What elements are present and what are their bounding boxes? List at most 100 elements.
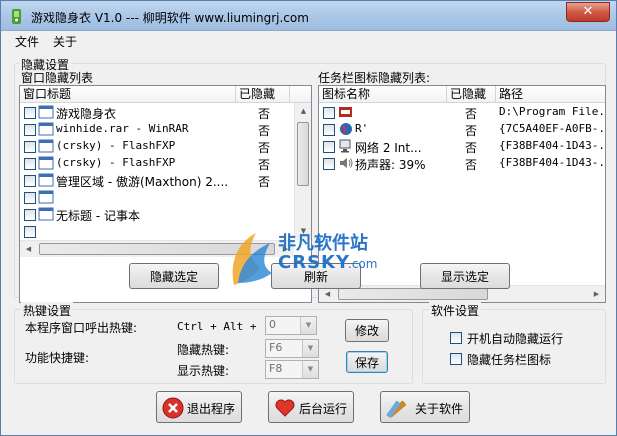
call-hotkey-combo: Ctrl + Alt + — [177, 320, 257, 333]
hide-tray-label[interactable]: 隐藏任务栏图标 — [467, 351, 551, 368]
background-run-label: 后台运行 — [299, 402, 348, 416]
window-icon — [38, 190, 54, 204]
about-button[interactable]: 关于软件 — [380, 391, 470, 423]
show-hotkey-select[interactable]: F8 ▼ — [265, 360, 319, 379]
window-icon — [38, 122, 54, 136]
hide-hotkey-select[interactable]: F6 ▼ — [265, 339, 319, 358]
row-checkbox[interactable] — [24, 209, 36, 221]
tray-list-label: 任务栏图标隐藏列表: — [318, 71, 431, 85]
window-list-vscrollbar[interactable]: ▲ ▼ — [294, 103, 311, 240]
watermark-brand: CRSKY — [278, 252, 351, 273]
row-hidden: 否 — [258, 141, 271, 155]
about-label: 关于软件 — [415, 402, 464, 416]
row-checkbox[interactable] — [24, 158, 36, 170]
row-checkbox[interactable] — [323, 141, 335, 153]
call-hotkey-label: 本程序窗口呼出热键: — [25, 321, 138, 335]
watermark-domain: .com — [348, 257, 378, 271]
title-bar[interactable]: 游戏隐身衣 V1.0 --- 柳明软件 www.liumingrj.com ✕ — [1, 1, 616, 31]
chevron-down-icon[interactable]: ▼ — [300, 317, 316, 334]
globe-icon — [340, 123, 352, 135]
exit-button[interactable]: 退出程序 — [156, 391, 242, 423]
column-path[interactable]: 路径 — [496, 86, 605, 103]
save-button[interactable]: 保存 — [346, 351, 388, 373]
tools-icon — [386, 400, 407, 418]
row-title: 管理区域 - 傲游(Maxthon) 2.... — [56, 175, 229, 189]
window-list-label: 窗口隐藏列表 — [21, 71, 94, 85]
window-icon — [38, 105, 54, 119]
function-hotkey-label: 功能快捷键: — [25, 351, 90, 365]
row-title: winhide.rar - WinRAR — [56, 122, 189, 135]
hotkey-settings-legend: 热键设置 — [21, 302, 74, 319]
background-run-button[interactable]: 后台运行 — [268, 391, 354, 423]
row-checkbox[interactable] — [24, 141, 36, 153]
column-hidden[interactable]: 已隐藏 — [447, 86, 496, 103]
list-item[interactable] — [20, 189, 292, 206]
window-title: 游戏隐身衣 V1.0 --- 柳明软件 www.liumingrj.com — [31, 11, 309, 25]
row-hidden: 否 — [465, 141, 478, 155]
list-item[interactable]: (crsky) - FlashFXP 否 — [20, 138, 292, 155]
hide-selected-button[interactable]: 隐藏选定 — [129, 263, 219, 289]
row-hidden: 否 — [258, 124, 271, 138]
row-checkbox[interactable] — [323, 107, 335, 119]
row-icon-name: R' — [355, 122, 369, 135]
list-item[interactable]: R' 否 {7C5A40EF-A0FB-... — [319, 121, 605, 138]
row-checkbox[interactable] — [24, 124, 36, 136]
autostart-checkbox[interactable] — [450, 332, 462, 344]
chevron-down-icon[interactable]: ▼ — [302, 361, 318, 378]
hide-tray-checkbox[interactable] — [450, 353, 462, 365]
menu-about[interactable]: 关于 — [53, 33, 77, 50]
app-icon — [12, 9, 21, 24]
list-item[interactable]: winhide.rar - WinRAR 否 — [20, 121, 292, 138]
row-checkbox[interactable] — [24, 175, 36, 187]
exit-label: 退出程序 — [187, 402, 236, 416]
row-path: {7C5A40EF-A0FB-... — [499, 122, 605, 135]
close-button[interactable]: ✕ — [566, 2, 610, 22]
network-icon — [339, 139, 351, 153]
list-item[interactable]: 游戏隐身衣 否 — [20, 104, 292, 121]
menu-file[interactable]: 文件 — [15, 33, 39, 50]
row-hidden: 否 — [258, 158, 271, 172]
list-item[interactable]: 管理区域 - 傲游(Maxthon) 2.... 否 — [20, 172, 292, 189]
row-icon-name: 网络 2 Int... — [355, 141, 422, 155]
row-checkbox[interactable] — [24, 107, 36, 119]
column-window-title[interactable]: 窗口标题 — [20, 86, 236, 103]
row-hidden: 否 — [465, 107, 478, 121]
call-hotkey-select[interactable]: 0 ▼ — [265, 316, 317, 335]
list-item[interactable]: (crsky) - FlashFXP 否 — [20, 155, 292, 172]
column-icon-name[interactable]: 图标名称 — [319, 86, 447, 103]
list-item[interactable]: 网络 2 Int... 否 {F38BF404-1D43-... — [319, 138, 605, 155]
row-title: (crsky) - FlashFXP — [56, 139, 176, 152]
list-item[interactable]: 扬声器: 39% 否 {F38BF404-1D43-... — [319, 155, 605, 172]
software-settings-legend: 软件设置 — [429, 302, 482, 319]
show-selected-button[interactable]: 显示选定 — [420, 263, 510, 289]
list-item[interactable]: 无标题 - 记事本 — [20, 206, 292, 223]
window-icon — [38, 139, 54, 153]
list-item[interactable]: 否 D:\Program File... — [319, 104, 605, 121]
scroll-left-arrow-icon[interactable]: ◀ — [20, 241, 37, 258]
app-tray-icon — [339, 107, 352, 117]
row-hidden: 否 — [258, 175, 271, 189]
window-list-header: 窗口标题 已隐藏 — [20, 86, 311, 103]
chevron-down-icon[interactable]: ▼ — [302, 340, 318, 357]
scroll-right-arrow-icon[interactable]: ▶ — [588, 286, 605, 302]
row-hidden: 否 — [465, 124, 478, 138]
row-checkbox[interactable] — [323, 158, 335, 170]
row-path: D:\Program File... — [499, 105, 605, 118]
autostart-label[interactable]: 开机自动隐藏运行 — [467, 330, 563, 347]
scroll-up-arrow-icon[interactable]: ▲ — [295, 103, 311, 120]
scroll-thumb[interactable] — [297, 122, 309, 186]
row-checkbox[interactable] — [24, 226, 36, 238]
row-checkbox[interactable] — [323, 124, 335, 136]
row-checkbox[interactable] — [24, 192, 36, 204]
window-icon — [38, 207, 54, 221]
modify-button[interactable]: 修改 — [345, 319, 389, 342]
tray-list-header: 图标名称 已隐藏 路径 — [319, 86, 605, 103]
hide-hotkey-value: F6 — [269, 341, 283, 354]
watermark: 非凡软件站 CRSKY .com — [226, 227, 396, 297]
row-icon-name: 扬声器: 39% — [355, 158, 426, 172]
column-hidden[interactable]: 已隐藏 — [236, 86, 290, 103]
row-path: {F38BF404-1D43-... — [499, 139, 605, 152]
watermark-logo-icon — [232, 233, 272, 285]
row-title: (crsky) - FlashFXP — [56, 156, 176, 169]
row-title: 游戏隐身衣 — [56, 107, 117, 121]
